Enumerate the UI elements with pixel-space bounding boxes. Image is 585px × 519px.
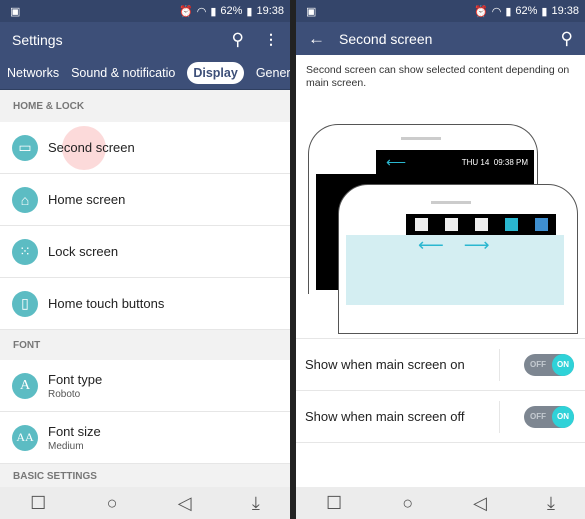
toggle-main-screen-on[interactable]: OFF ON: [524, 353, 574, 376]
tab-general[interactable]: General: [256, 66, 290, 80]
toggle-off-label: OFF: [530, 411, 546, 421]
section-header: BASIC SETTINGS: [0, 464, 290, 488]
setting-row-main-screen-on: Show when main screen on OFF ON: [296, 339, 585, 391]
setting-row-main-screen-off: Show when main screen off OFF ON: [296, 391, 585, 443]
item-value: Roboto: [48, 388, 81, 400]
illus-date: THU 14: [461, 157, 490, 167]
home-icon: ⌂: [12, 186, 38, 213]
arrow-left-icon: ⟵: [386, 153, 407, 170]
gallery-icon: ▣: [306, 5, 317, 18]
status-bar: ▣ ⏰ ◠ ▮ 62% ▮ 19:38: [0, 0, 290, 22]
wifi-icon: ◠: [491, 5, 502, 18]
home-button[interactable]: ○: [402, 493, 413, 514]
row-label: Show when main screen off: [305, 409, 465, 424]
lock-pattern-icon: ⁙: [12, 238, 38, 265]
list-item-home-touch-buttons[interactable]: ▯ Home touch buttons: [0, 278, 290, 330]
list-item-second-screen[interactable]: ▭ Second screen: [0, 122, 290, 174]
battery-icon: ▮: [541, 5, 548, 18]
second-screen-icon: ▭: [12, 134, 38, 161]
battery-icon: ▮: [246, 5, 253, 18]
phone-icon: ▯: [12, 290, 38, 317]
list-item-lock-screen[interactable]: ⁙ Lock screen: [0, 226, 290, 278]
page-title: Settings: [12, 31, 63, 48]
back-arrow-icon[interactable]: ←: [308, 29, 325, 49]
search-icon[interactable]: ⚲: [232, 30, 244, 50]
tab-bar: Networks Sound & notificatio Display Gen…: [0, 57, 290, 90]
recents-button[interactable]: ☐: [30, 493, 46, 514]
nav-bar: ☐ ○ ◁ ⤓: [296, 487, 585, 519]
signal-icon: ▮: [505, 5, 512, 18]
alarm-icon: ⏰: [179, 5, 193, 18]
tab-sound[interactable]: Sound & notificatio: [71, 66, 175, 80]
nav-bar: ☐ ○ ◁ ⤓: [0, 487, 290, 519]
clock: 19:38: [551, 5, 579, 17]
clock: 19:38: [256, 5, 284, 17]
item-value: Medium: [48, 440, 84, 452]
item-label: Font size: [48, 423, 101, 439]
home-button[interactable]: ○: [107, 493, 118, 514]
page-title: Second screen: [339, 30, 433, 47]
second-screen-panel: ▣ ⏰ ◠ ▮ 62% ▮ 19:38 ← Second screen ⚲ Se…: [296, 0, 585, 519]
list-item-home-screen[interactable]: ⌂ Home screen: [0, 174, 290, 226]
item-label: Font type: [48, 371, 103, 387]
notification-pull-button[interactable]: ⤓: [252, 493, 260, 514]
tab-networks[interactable]: Networks: [7, 66, 59, 80]
font-size-icon: AA: [12, 424, 38, 451]
back-button[interactable]: ◁: [473, 493, 487, 514]
search-icon[interactable]: ⚲: [561, 29, 573, 49]
toggle-off-label: OFF: [530, 359, 546, 369]
item-label: Home screen: [48, 192, 126, 207]
item-label: Home touch buttons: [48, 296, 165, 311]
notification-pull-button[interactable]: ⤓: [547, 493, 555, 514]
illustration: ⟵ THU 14 09:38 PM ⟵ ⟶: [296, 110, 585, 334]
more-options-icon[interactable]: ⋮: [264, 31, 278, 48]
status-bar: ▣ ⏰ ◠ ▮ 62% ▮ 19:38: [296, 0, 585, 22]
section-header: FONT: [0, 330, 290, 360]
gallery-icon: ▣: [10, 5, 21, 18]
item-label: Second screen: [48, 140, 135, 155]
toggle-on-label: ON: [552, 405, 574, 428]
illus-time: 09:38 PM: [493, 157, 528, 167]
battery-level: 62%: [515, 5, 538, 17]
battery-level: 62%: [220, 5, 243, 17]
description: Second screen can show selected content …: [306, 64, 570, 89]
toggle-on-label: ON: [552, 353, 574, 376]
signal-icon: ▮: [210, 5, 217, 18]
wifi-icon: ◠: [196, 5, 207, 18]
recents-button[interactable]: ☐: [326, 493, 342, 514]
back-button[interactable]: ◁: [178, 493, 192, 514]
alarm-icon: ⏰: [474, 5, 488, 18]
toolbar: Settings ⚲ ⋮: [0, 22, 290, 57]
settings-panel: ▣ ⏰ ◠ ▮ 62% ▮ 19:38 Settings ⚲ ⋮ Network…: [0, 0, 290, 519]
row-label: Show when main screen on: [305, 357, 465, 372]
toggle-main-screen-off[interactable]: OFF ON: [524, 405, 574, 428]
toolbar: ← Second screen ⚲: [296, 22, 585, 55]
list-item-font-size[interactable]: AA Font size Medium: [0, 412, 290, 464]
tab-display[interactable]: Display: [187, 62, 244, 84]
font-type-icon: A: [12, 372, 38, 399]
section-header: HOME & LOCK: [0, 90, 290, 122]
list-item-font-type[interactable]: A Font type Roboto: [0, 360, 290, 412]
item-label: Lock screen: [48, 244, 119, 259]
